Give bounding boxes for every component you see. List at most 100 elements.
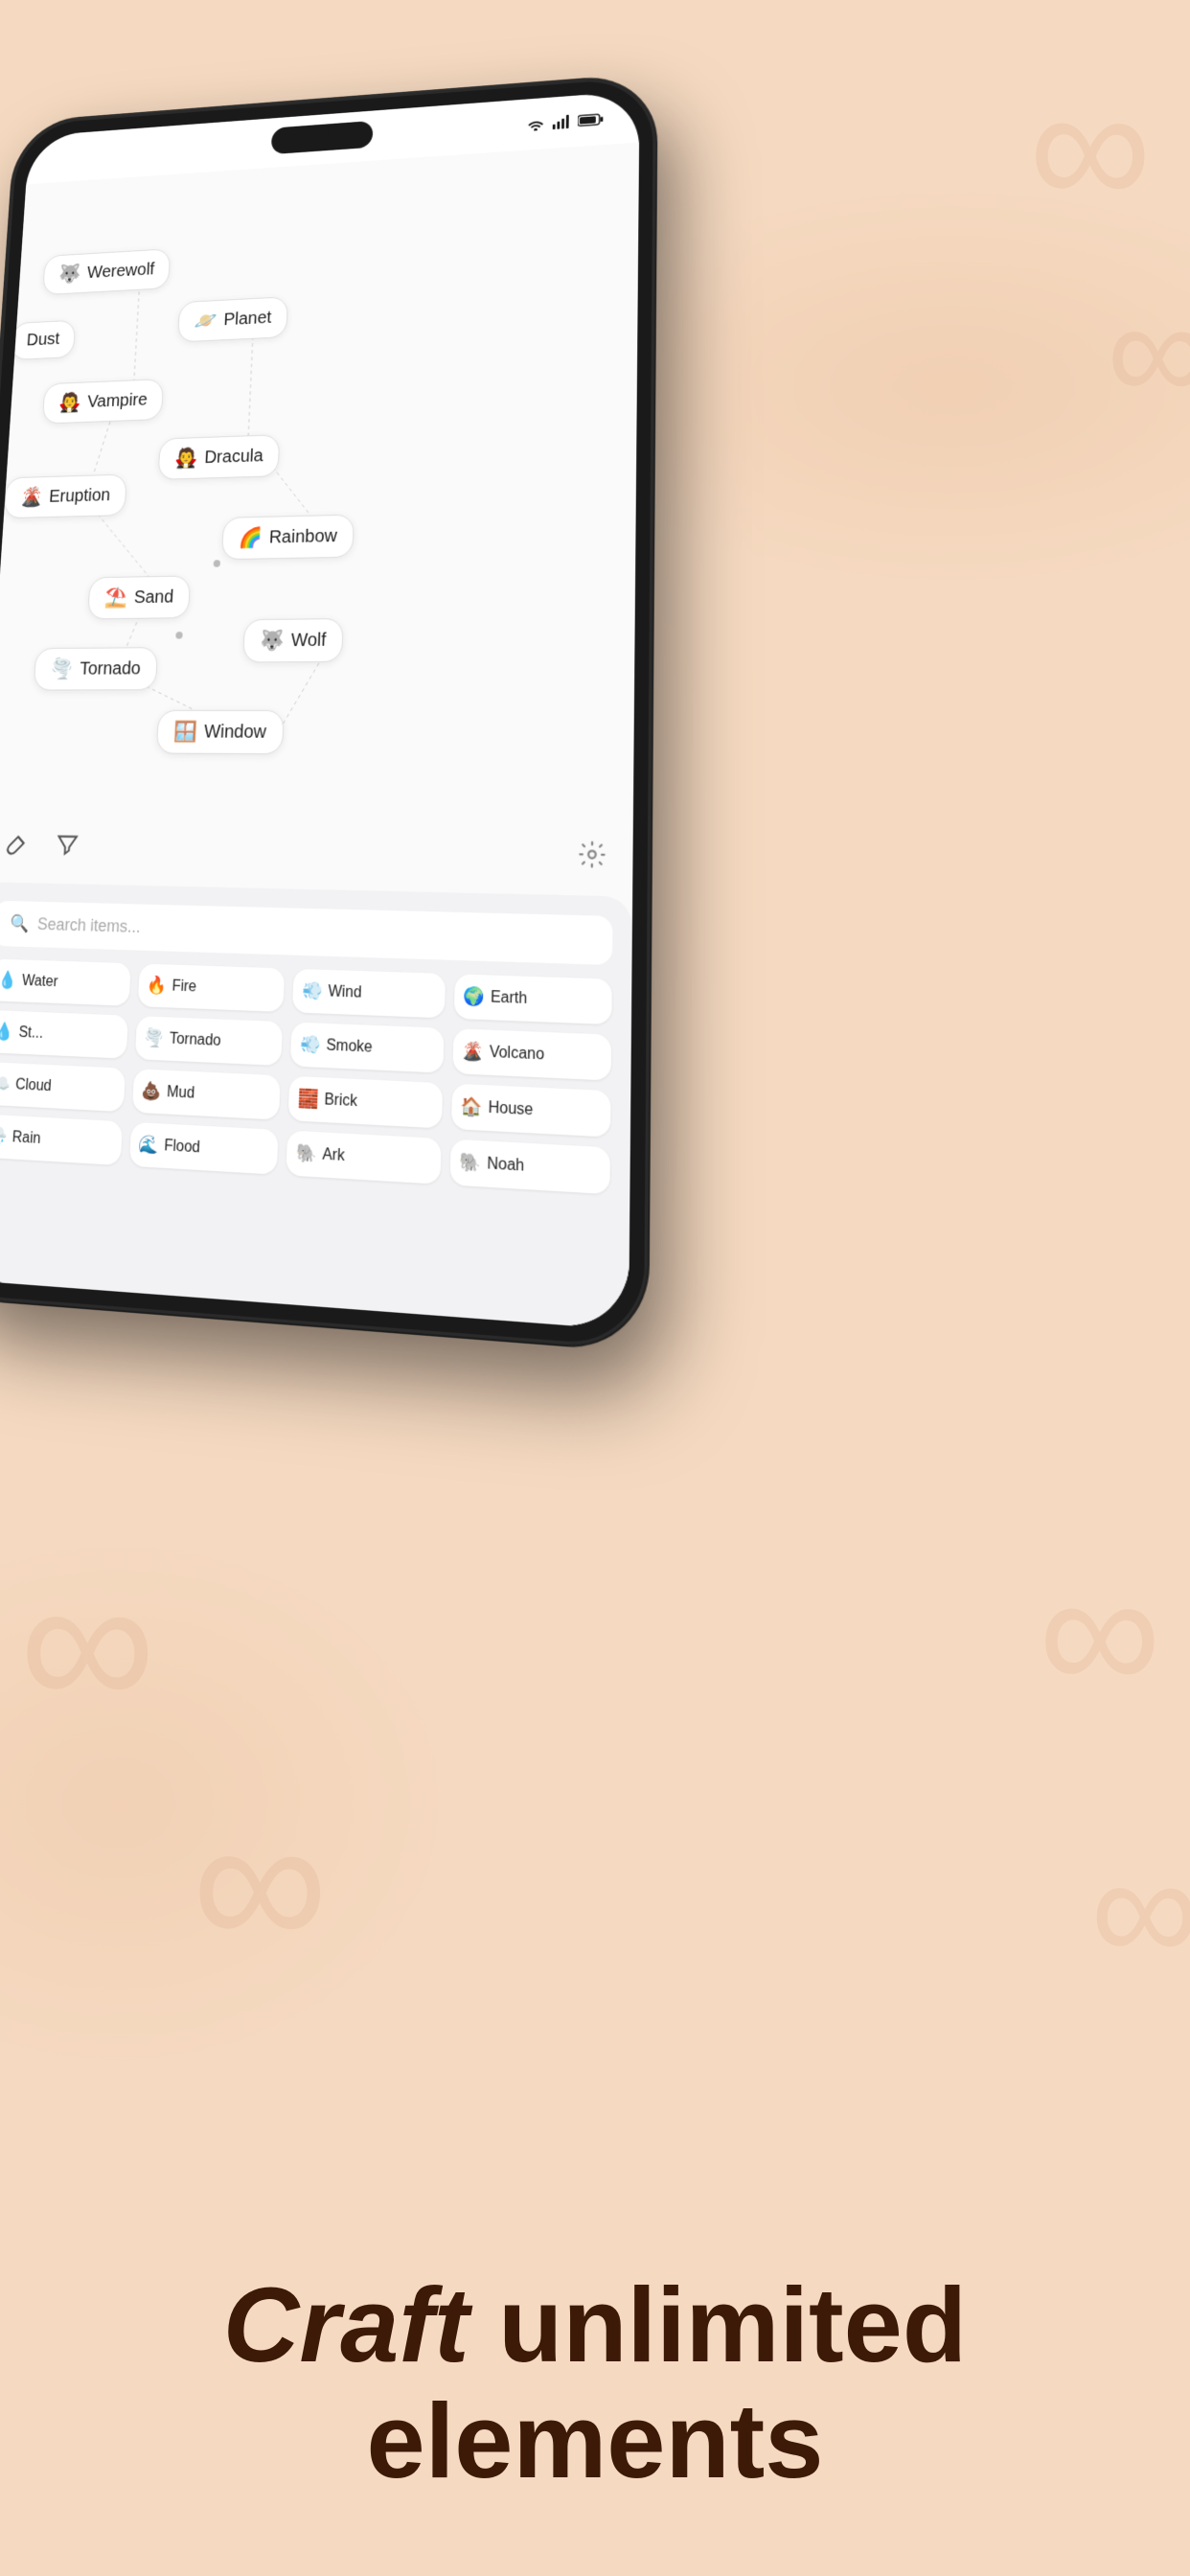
steam-emoji: 💧 xyxy=(0,1022,14,1042)
cloud-emoji: ☁️ xyxy=(0,1073,11,1094)
mud-label: Mud xyxy=(167,1083,195,1102)
tornado-emoji: 🌪️ xyxy=(50,657,74,680)
earth-label: Earth xyxy=(491,989,528,1008)
rain-emoji: 🌧️ xyxy=(0,1126,8,1147)
item-fire[interactable]: 🔥 Fire xyxy=(137,964,285,1012)
earth-emoji: 🌍 xyxy=(463,986,485,1008)
smoke-label: Smoke xyxy=(326,1037,373,1057)
signal-icon xyxy=(553,115,571,130)
cloud-label: Cloud xyxy=(15,1076,53,1095)
element-tag-vampire[interactable]: 🧛 Vampire xyxy=(42,379,164,424)
brick-label: Brick xyxy=(324,1091,357,1110)
element-tag-planet[interactable]: 🪐 Planet xyxy=(177,296,288,342)
element-tag-tornado[interactable]: 🌪️ Tornado xyxy=(34,647,158,690)
search-placeholder: Search items... xyxy=(36,914,141,936)
element-tag-wolf[interactable]: 🐺 Wolf xyxy=(242,618,344,662)
sand-label: Sand xyxy=(133,586,173,608)
noah-emoji: 🐘 xyxy=(459,1152,481,1175)
volcano-emoji: 🌋 xyxy=(462,1041,484,1063)
eruption-label: Eruption xyxy=(49,485,111,506)
wind-label: Wind xyxy=(328,983,362,1002)
fire-emoji: 🔥 xyxy=(147,976,168,997)
water-emoji: 💧 xyxy=(0,970,17,990)
house-emoji: 🏠 xyxy=(461,1096,483,1118)
element-tag-werewolf[interactable]: 🐺 Werewolf xyxy=(42,248,171,295)
planet-label: Planet xyxy=(223,308,272,330)
fire-label: Fire xyxy=(172,978,196,996)
element-tag-dust[interactable]: Dust xyxy=(11,320,77,360)
eruption-emoji: 🌋 xyxy=(19,486,43,509)
item-rain[interactable]: 🌧️ Rain xyxy=(0,1114,123,1165)
search-icon: 🔍 xyxy=(10,914,30,934)
item-noah[interactable]: 🐘 Noah xyxy=(449,1139,610,1195)
element-tag-rainbow[interactable]: 🌈 Rainbow xyxy=(221,515,355,561)
wifi-icon xyxy=(526,116,546,131)
item-mud[interactable]: 💩 Mud xyxy=(131,1069,280,1119)
status-right xyxy=(526,112,604,131)
camera-dot xyxy=(314,124,330,140)
water-label: Water xyxy=(21,973,57,991)
element-tag-dracula[interactable]: 🧛 Dracula xyxy=(158,434,281,480)
werewolf-label: Werewolf xyxy=(86,260,154,283)
tagline-line1: Craft unlimited xyxy=(0,2267,1190,2383)
window-label: Window xyxy=(203,722,266,743)
noah-label: Noah xyxy=(487,1155,524,1175)
werewolf-emoji: 🐺 xyxy=(58,263,81,286)
vampire-label: Vampire xyxy=(87,390,149,412)
canvas-area[interactable]: 🐺 Werewolf Dust 🪐 Planet 🧛 Vampire 🧛 Dra xyxy=(0,143,639,1330)
item-earth[interactable]: 🌍 Earth xyxy=(453,974,612,1024)
element-tag-sand[interactable]: ⛱️ Sand xyxy=(87,576,191,620)
element-tag-window[interactable]: 🪟 Window xyxy=(156,710,285,754)
item-brick[interactable]: 🧱 Brick xyxy=(288,1076,443,1129)
dracula-emoji: 🧛 xyxy=(174,447,198,470)
search-bar[interactable]: 🔍 Search items... xyxy=(0,901,613,965)
battery-icon xyxy=(578,113,604,126)
rainbow-emoji: 🌈 xyxy=(238,526,263,550)
phone-body: 🐺 Werewolf Dust 🪐 Planet 🧛 Vampire 🧛 Dra xyxy=(0,74,656,1350)
phone-screen: 🐺 Werewolf Dust 🪐 Planet 🧛 Vampire 🧛 Dra xyxy=(0,91,640,1330)
rain-label: Rain xyxy=(11,1129,41,1148)
settings-button[interactable] xyxy=(570,833,613,877)
item-volcano[interactable]: 🌋 Volcano xyxy=(452,1028,611,1080)
item-tornado[interactable]: 🌪️ Tornado xyxy=(134,1016,283,1066)
sand-emoji: ⛱️ xyxy=(103,586,127,610)
item-house[interactable]: 🏠 House xyxy=(450,1084,610,1138)
filter-button[interactable] xyxy=(48,825,87,866)
smoke-emoji: 💨 xyxy=(300,1034,321,1055)
flood-label: Flood xyxy=(164,1137,200,1157)
vampire-emoji: 🧛 xyxy=(58,391,82,414)
items-grid: 💧 Water 🔥 Fire 💨 Wind 🌍 xyxy=(0,958,612,1194)
item-flood[interactable]: 🌊 Flood xyxy=(128,1122,278,1175)
rainbow-label: Rainbow xyxy=(268,526,337,548)
house-label: House xyxy=(488,1099,533,1119)
item-smoke[interactable]: 💨 Smoke xyxy=(290,1023,444,1073)
wind-emoji: 💨 xyxy=(302,980,323,1001)
item-wind[interactable]: 💨 Wind xyxy=(292,969,446,1019)
dust-label: Dust xyxy=(26,330,60,351)
item-water[interactable]: 💧 Water xyxy=(0,958,130,1005)
flood-emoji: 🌊 xyxy=(138,1134,159,1156)
item-steam[interactable]: 💧 St... xyxy=(0,1010,128,1059)
tagline-craft: Craft xyxy=(223,2266,469,2384)
wolf-label: Wolf xyxy=(290,630,326,651)
planet-emoji: 🪐 xyxy=(194,310,217,333)
item-cloud[interactable]: ☁️ Cloud xyxy=(0,1062,126,1112)
item-ark[interactable]: 🐘 Ark xyxy=(286,1130,441,1184)
brick-emoji: 🧱 xyxy=(298,1089,319,1111)
volcano-label: Volcano xyxy=(490,1044,545,1064)
bottom-tagline: Craft unlimited elements xyxy=(0,2267,1190,2499)
ark-label: Ark xyxy=(322,1146,345,1165)
tagline-line2: elements xyxy=(0,2383,1190,2499)
wolf-emoji: 🐺 xyxy=(260,629,285,653)
tornado-chip-label: Tornado xyxy=(169,1030,221,1049)
status-left xyxy=(59,153,123,158)
phone-mockup: 🐺 Werewolf Dust 🪐 Planet 🧛 Vampire 🧛 Dra xyxy=(0,30,1190,1484)
dracula-label: Dracula xyxy=(204,446,263,468)
element-tag-eruption[interactable]: 🌋 Eruption xyxy=(4,474,127,519)
steam-label: St... xyxy=(18,1024,43,1043)
tornado-chip-emoji: 🌪️ xyxy=(144,1027,165,1048)
window-emoji: 🪟 xyxy=(172,720,197,744)
tagline-unlimited: unlimited xyxy=(469,2266,967,2384)
brush-button[interactable] xyxy=(0,824,36,865)
toolbar xyxy=(0,824,87,866)
